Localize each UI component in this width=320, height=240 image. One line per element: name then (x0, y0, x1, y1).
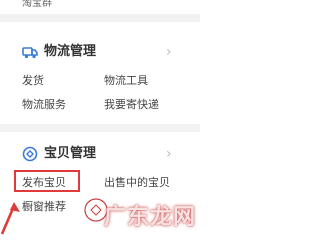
send-express-link[interactable]: 我要寄快递 (104, 98, 159, 112)
logistics-title[interactable]: 物流管理 (44, 44, 96, 60)
item-management-title[interactable]: 宝贝管理 (44, 146, 96, 162)
window-recommend-link[interactable]: 橱窗推荐 (22, 200, 66, 214)
watermark-text: 广东龙网 (103, 205, 196, 230)
items-on-sale-link[interactable]: 出售中的宝贝 (104, 176, 170, 190)
section-divider (0, 14, 200, 22)
taobao-group-link[interactable]: 淘宝群 (22, 0, 52, 10)
pointer-arrow-icon (0, 202, 20, 235)
logistics-service-link[interactable]: 物流服务 (22, 98, 66, 112)
top-partial-row: 淘宝群 (0, 0, 200, 14)
chevron-right-icon[interactable]: › (166, 146, 172, 162)
highlight-box (14, 170, 80, 192)
chevron-right-icon[interactable]: › (166, 44, 172, 60)
truck-icon (22, 47, 38, 59)
ship-goods-link[interactable]: 发货 (22, 74, 44, 88)
box-icon (22, 146, 38, 162)
section-divider (0, 124, 200, 132)
logistics-section: 物流管理 › 发货 物流工具 物流服务 我要寄快递 (0, 30, 200, 112)
logistics-tools-link[interactable]: 物流工具 (104, 74, 148, 88)
